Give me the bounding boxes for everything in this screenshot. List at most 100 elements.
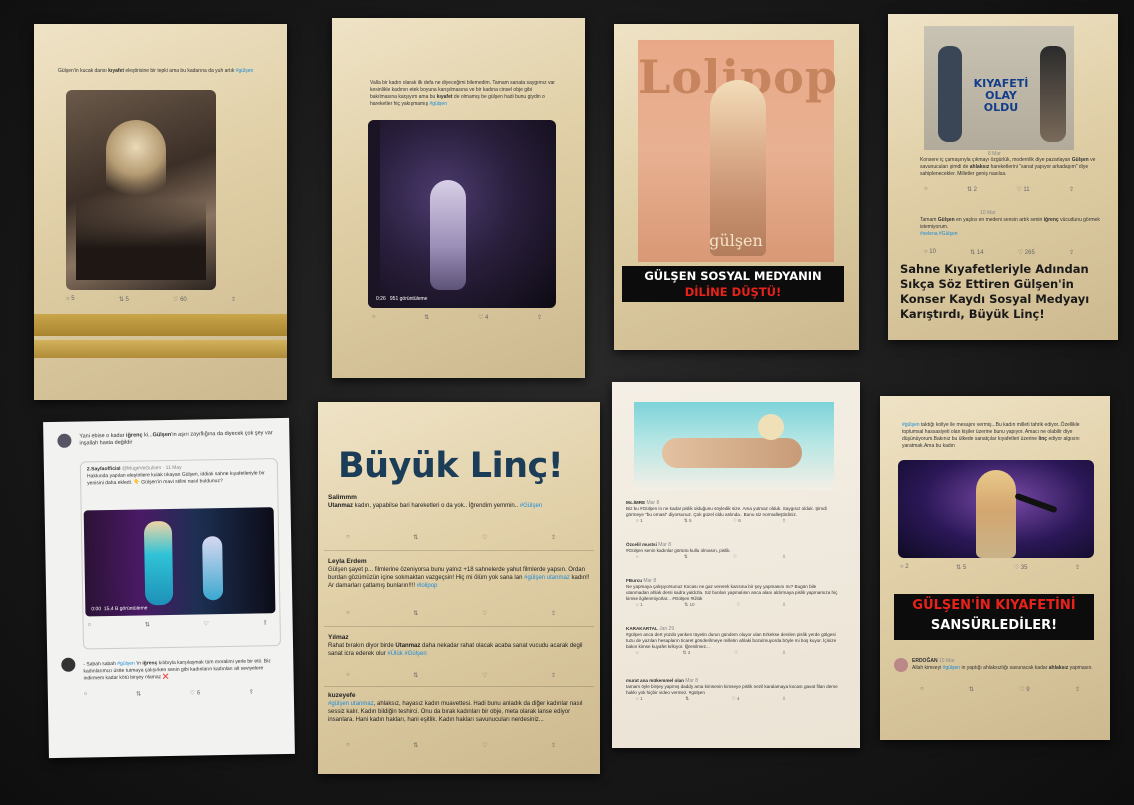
comment-post: Yılmaz Rahat bırakın diyor birde Utanmaz… bbox=[328, 634, 583, 657]
share-icon[interactable]: ⇪ bbox=[1075, 564, 1080, 571]
reply-icon[interactable]: ○ bbox=[636, 554, 639, 560]
tweet-actions[interactable]: ○ 2 ⇅ 5 ♡ 35 ⇪ bbox=[900, 564, 1080, 571]
retweet-icon[interactable]: ⇅ bbox=[413, 742, 418, 749]
like-icon[interactable]: ♡ bbox=[482, 672, 487, 679]
tweet-actions[interactable]: ○ ⇅ 3 ♡ ⇪ bbox=[636, 650, 786, 656]
retweet-icon[interactable]: ⇅ 10 bbox=[684, 602, 694, 608]
reply-icon[interactable]: ○ 1 bbox=[636, 696, 643, 702]
tweet-actions[interactable]: ○ ⇅ ♡ ⇪ bbox=[88, 619, 268, 629]
like-icon[interactable]: ♡ 6 bbox=[190, 689, 200, 696]
retweet-icon[interactable]: ⇅ 2 bbox=[967, 186, 977, 193]
retweet-icon[interactable]: ⇅ bbox=[684, 554, 688, 560]
reply-icon[interactable]: ○ bbox=[84, 691, 88, 698]
tweet-actions[interactable]: ○ 10 ⇅ 14 ♡ 265 ⇪ bbox=[924, 249, 1074, 256]
like-icon[interactable]: ♡ 11 bbox=[1016, 186, 1029, 193]
video-views: 15,4 B görüntüleme bbox=[103, 605, 148, 613]
retweet-icon[interactable]: ⇅ bbox=[413, 672, 418, 679]
reply-icon[interactable]: ○ bbox=[924, 186, 928, 193]
tweet-actions[interactable]: ○ ⇅ 2 ♡ 11 ⇪ bbox=[924, 186, 1074, 193]
share-icon[interactable]: ⇪ bbox=[551, 742, 556, 749]
like-icon[interactable]: ♡ 35 bbox=[1014, 564, 1028, 571]
tweet-actions[interactable]: ○ ⇅ ♡ 6 ⇪ bbox=[84, 689, 254, 699]
like-icon[interactable]: ♡ 4 bbox=[478, 314, 488, 321]
reply-author: KARAKARTAL bbox=[626, 626, 658, 631]
tweet-actions[interactable]: ○ ⇅ ♡ ⇪ bbox=[346, 534, 556, 541]
like-icon[interactable]: ♡ 9 bbox=[1019, 686, 1029, 693]
headline-banner: GÜLŞEN SOSYAL MEDYANIN DİLİNE DÜŞTÜ! bbox=[622, 266, 844, 302]
banner-title: KIYAFETİ OLAY OLDU bbox=[973, 77, 1029, 114]
reply-icon[interactable]: ○ bbox=[920, 686, 924, 693]
retweet-icon[interactable]: ⇅ 5 bbox=[684, 518, 692, 524]
share-icon[interactable]: ⇪ bbox=[231, 296, 236, 303]
retweet-icon[interactable]: ⇅ 5 bbox=[119, 296, 129, 303]
stage-video-frame[interactable]: 0:26 951 görüntüleme bbox=[368, 120, 556, 308]
tweet-actions[interactable]: ○ ⇅ ♡ ⇪ bbox=[346, 610, 556, 617]
collage-card-twitter-replies: Mc.İMRE Mar 8 Biz bu #Gülşen in ne kadar … bbox=[612, 382, 860, 748]
tweet-actions[interactable]: ○ ⇅ ♡ ⇪ bbox=[346, 672, 556, 679]
reply-icon[interactable]: ○ bbox=[372, 314, 376, 321]
like-icon[interactable]: ♡ 4 bbox=[732, 696, 740, 702]
reply-icon[interactable]: ○ bbox=[346, 672, 350, 679]
share-icon[interactable]: ⇪ bbox=[1069, 249, 1074, 256]
reply-icon[interactable]: ○ bbox=[88, 622, 92, 629]
share-icon[interactable]: ⇪ bbox=[782, 696, 786, 702]
reply-icon[interactable]: ○ bbox=[346, 534, 350, 541]
reply-icon[interactable]: ○ 1 bbox=[636, 518, 643, 524]
share-icon[interactable]: ⇪ bbox=[249, 689, 254, 696]
share-icon[interactable]: ⇪ bbox=[782, 554, 786, 560]
tweet-actions[interactable]: ○ ⇅ ♡ ⇪ bbox=[346, 742, 556, 749]
like-icon[interactable]: ♡ 60 bbox=[173, 296, 187, 303]
retweet-icon[interactable]: ⇅ bbox=[413, 534, 418, 541]
tweet-actions[interactable]: ○ 1 ⇅ 5 ♡ 6 ⇪ bbox=[636, 518, 786, 524]
tweet-actions[interactable]: ○ ⇅ ♡ 9 ⇪ bbox=[920, 686, 1080, 693]
quoted-tweet[interactable]: 2.Sayfaofficial @MugeVeGulsen · 11 May H… bbox=[79, 458, 282, 650]
share-icon[interactable]: ⇪ bbox=[1075, 686, 1080, 693]
retweet-icon[interactable]: ⇅ bbox=[136, 691, 141, 698]
tweet-actions[interactable]: ○ ⇅ ♡ ⇪ bbox=[636, 554, 786, 560]
share-icon[interactable]: ⇪ bbox=[537, 314, 542, 321]
share-icon[interactable]: ⇪ bbox=[551, 672, 556, 679]
retweet-icon[interactable]: ⇅ bbox=[969, 686, 974, 693]
tweet-actions[interactable]: ○ 5 ⇅ 5 ♡ 60 ⇪ bbox=[66, 296, 236, 303]
reply-icon[interactable]: ○ 5 bbox=[66, 296, 75, 303]
tweet-text: #gülşen taktığı koliye ile mesajını verm… bbox=[902, 422, 1080, 449]
share-icon[interactable]: ⇪ bbox=[782, 518, 786, 524]
like-icon[interactable]: ♡ 6 bbox=[733, 518, 741, 524]
reply-icon[interactable]: ○ 10 bbox=[924, 249, 936, 256]
like-icon[interactable]: ♡ bbox=[482, 610, 487, 617]
gold-tape-strip bbox=[34, 314, 287, 336]
reply-icon[interactable]: ○ 2 bbox=[900, 564, 909, 571]
like-icon[interactable]: ♡ bbox=[482, 742, 487, 749]
share-icon[interactable]: ⇪ bbox=[551, 534, 556, 541]
video-time: 0:26 bbox=[376, 296, 386, 302]
stage-video[interactable]: 0:00 15,4 B görüntüleme bbox=[83, 507, 276, 617]
comment-post: kuzeyefe #gülşen utanmaz, ahlaksız, haya… bbox=[328, 692, 583, 723]
like-icon[interactable]: ♡ 265 bbox=[1018, 249, 1035, 256]
share-icon[interactable]: ⇪ bbox=[782, 650, 786, 656]
retweet-icon[interactable]: ⇅ bbox=[145, 621, 150, 628]
share-icon[interactable]: ⇪ bbox=[263, 619, 268, 626]
reply-icon[interactable]: ○ bbox=[346, 742, 350, 749]
tweet-actions[interactable]: ○ 1 ⇅ ♡ 4 ⇪ bbox=[636, 696, 786, 702]
tweet-actions[interactable]: ○ 1 ⇅ 10 ♡ ⇪ bbox=[636, 602, 786, 608]
reply-icon[interactable]: ○ bbox=[636, 650, 639, 656]
like-icon[interactable]: ♡ bbox=[482, 534, 487, 541]
share-icon[interactable]: ⇪ bbox=[1069, 186, 1074, 193]
retweet-icon[interactable]: ⇅ 14 bbox=[970, 249, 983, 256]
reply-icon[interactable]: ○ bbox=[346, 610, 350, 617]
like-icon[interactable]: ♡ bbox=[733, 554, 737, 560]
reply-text: - Sabah sabah #gülşen 'in iğrenç kılıbıy… bbox=[83, 658, 271, 682]
share-icon[interactable]: ⇪ bbox=[551, 610, 556, 617]
like-icon[interactable]: ♡ bbox=[736, 602, 740, 608]
reply-icon[interactable]: ○ 1 bbox=[636, 602, 643, 608]
retweet-icon[interactable]: ⇅ 5 bbox=[956, 564, 966, 571]
retweet-icon[interactable]: ⇅ 3 bbox=[683, 650, 691, 656]
like-icon[interactable]: ♡ bbox=[204, 620, 209, 627]
tweet-actions[interactable]: ○ ⇅ ♡ 4 ⇪ bbox=[372, 314, 542, 321]
retweet-icon[interactable]: ⇅ bbox=[413, 610, 418, 617]
reply-post: FBurcu Mar 8 Ne yapmaya çalışıyorsunuz Ko… bbox=[626, 578, 838, 608]
like-icon[interactable]: ♡ bbox=[734, 650, 738, 656]
retweet-icon[interactable]: ⇅ bbox=[424, 314, 429, 321]
retweet-icon[interactable]: ⇅ bbox=[685, 696, 689, 702]
share-icon[interactable]: ⇪ bbox=[782, 602, 786, 608]
